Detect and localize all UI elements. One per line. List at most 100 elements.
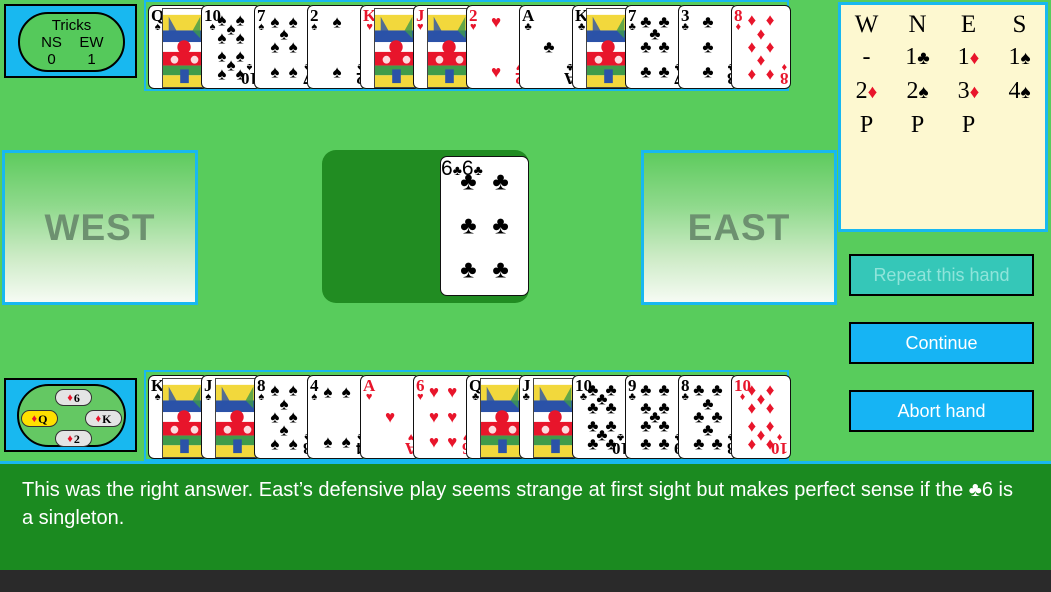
repeat-button-label: Repeat this hand	[873, 264, 1010, 285]
west-seat-panel: WEST	[2, 150, 198, 305]
bid-cell	[994, 109, 1045, 142]
playing-card[interactable]: 9♣9♣♣♣♣♣♣♣♣♣♣	[625, 375, 685, 459]
bid-cell: P	[910, 112, 925, 138]
card-pips: ♠ ♠	[332, 12, 342, 82]
bidding-header-e: E	[960, 11, 977, 38]
card-corner-top: J ♣	[522, 376, 531, 403]
bidding-header-n: N	[908, 11, 927, 38]
bid-cell: P	[859, 112, 874, 138]
card-pips: ♦ ♦ ♦ ♦ ♦ ♦ ♦ ♦	[747, 10, 775, 84]
card-pips: ♥ ♥ ♥ ♥ ♥ ♥	[428, 382, 458, 452]
card-pips: ♠ ♠ ♠ ♠	[323, 382, 351, 452]
card-pips: ♣ ♣ ♣ ♣ ♣ ♣ ♣ ♣	[693, 380, 723, 454]
tricks-counter-box: Tricks NS EW 0 1	[4, 4, 137, 78]
card-pips: ♣ ♣ ♣ ♣ ♣ ♣ ♣	[640, 12, 670, 82]
playing-card[interactable]: 8♣8♣♣♣♣♣♣♣♣♣	[678, 375, 738, 459]
east-seat-label: EAST	[687, 206, 791, 248]
card-pips: ♣ ♣ ♣ ♣ ♣ ♣ ♣ ♣ ♣	[640, 380, 670, 454]
card-pips: ♦ ♦ ♦ ♦ ♦ ♦ ♦ ♦ ♦ ♦	[747, 380, 775, 454]
playing-card[interactable]: J♣J♣	[519, 375, 579, 459]
last-trick-card-west: ♦ Q	[21, 410, 58, 427]
bid-cell: -	[862, 44, 871, 70]
playing-card[interactable]: 8♠8♠♠♠♠♠♠♠♠♠	[254, 375, 314, 459]
playing-card[interactable]: K♥K♥	[360, 5, 420, 89]
tricks-ew-label: EW	[79, 34, 104, 51]
playing-card[interactable]: J♠J♠	[201, 375, 261, 459]
bidding-panel: W N E S - 1♣ 1♦ 1♠ 2♦ 2♠ 3♦ 4♠ P P P	[838, 2, 1048, 232]
message-bar: This was the right answer. East’s defens…	[0, 461, 1051, 570]
card-pips: ♣ ♣ ♣	[702, 12, 714, 82]
bid-cell: 3♦	[957, 78, 980, 104]
playing-card[interactable]: K♠K♠	[148, 375, 208, 459]
card-pips: ♠ ♠ ♠ ♠ ♠ ♠ ♠ ♠ ♠ ♠	[217, 10, 245, 84]
playing-card[interactable]: 10 ♣ 10 ♣ ♣ ♣ ♣ ♣ ♣ ♣ ♣ ♣ ♣ ♣	[572, 375, 632, 459]
playing-card[interactable]: 6♥6♥♥♥♥♥♥♥	[413, 375, 473, 459]
playing-card[interactable]: 4♠4♠♠♠♠♠	[307, 375, 367, 459]
repeat-this-hand-button[interactable]: Repeat this hand	[849, 254, 1034, 296]
playing-card[interactable]: K♣K♣	[572, 5, 632, 89]
playing-card[interactable]: 7♠7♠♠♠♠♠♠♠♠	[254, 5, 314, 89]
bid-cell: 1♣	[905, 44, 930, 70]
card-pips: ♠ ♠ ♠ ♠ ♠ ♠ ♠	[270, 12, 298, 82]
continue-button[interactable]: Continue	[849, 322, 1034, 364]
card-pips: ♣ ♣ ♣ ♣ ♣ ♣ ♣ ♣ ♣ ♣	[587, 380, 617, 454]
playing-card[interactable]: A ♣ A ♣ ♣	[519, 5, 579, 89]
tricks-ns-label: NS	[41, 34, 62, 51]
bid-cell: 2♠	[906, 78, 929, 104]
bidding-grid: W N E S - 1♣ 1♦ 1♠ 2♦ 2♠ 3♦ 4♠ P P P	[841, 9, 1045, 142]
playing-card[interactable]: A ♥ A ♥ ♥	[360, 375, 420, 459]
tricks-ns-value: 0	[47, 51, 56, 68]
playing-card[interactable]: 3♣3♣♣♣♣	[678, 5, 738, 89]
west-seat-label: WEST	[44, 206, 156, 248]
playing-card[interactable]: 10 ♦ 10 ♦ ♦ ♦ ♦ ♦ ♦ ♦ ♦ ♦ ♦ ♦	[731, 375, 791, 459]
tricks-side-headers: NS EW	[20, 34, 123, 51]
abort-button-label: Abort hand	[897, 400, 986, 421]
mini-card-rank: Q	[38, 411, 48, 426]
bidding-header-w: W	[854, 11, 879, 38]
card-corner-top: J ♥	[416, 6, 425, 33]
bridge-game-screen: Tricks NS EW 0 1 Q♠Q♠10♠10♠♠♠♠♠♠♠♠♠♠♠7♠7…	[0, 0, 1051, 592]
playing-card[interactable]: Q♠Q♠	[148, 5, 208, 89]
continue-button-label: Continue	[905, 332, 978, 353]
tricks-ew-value: 1	[87, 51, 96, 68]
mini-card-suit: ♦	[95, 412, 102, 425]
playing-card[interactable]: 2♠2♠♠♠	[307, 5, 367, 89]
mini-card-suit: ♦	[31, 412, 38, 425]
playing-card[interactable]: 2♥2♥♥♥	[466, 5, 526, 89]
card-pips: ♥ ♥	[490, 12, 502, 82]
playing-card[interactable]: J♥J♥	[413, 5, 473, 89]
bid-cell: 2♦	[855, 78, 878, 104]
card-corner-bottom: 8 ♦	[779, 61, 789, 88]
last-trick-oval: ♦ 6 ♦ Q ♦ K ♦ 2	[17, 384, 126, 447]
east-seat-panel: EAST	[641, 150, 837, 305]
last-trick-box[interactable]: ♦ 6 ♦ Q ♦ K ♦ 2	[4, 378, 137, 452]
bid-cell: P	[961, 112, 976, 138]
mini-card-suit: ♦	[67, 432, 73, 445]
tricks-title: Tricks	[51, 17, 92, 34]
playing-card[interactable]: Q♣Q♣	[466, 375, 526, 459]
bid-cell: 4♠	[1008, 78, 1031, 104]
card-pips: ♥	[384, 407, 396, 427]
last-trick-card-north: ♦ 6	[55, 389, 92, 406]
bidding-header-s: S	[1012, 11, 1027, 38]
mini-card-suit: ♦	[67, 391, 73, 404]
last-trick-card-south: ♦ 2	[55, 430, 92, 447]
south-hand[interactable]: K♠K♠J♠J♠8♠8♠♠♠♠♠♠♠♠♠4♠4♠♠♠♠♠A♥A♥♥6♥6♥♥♥♥…	[144, 370, 791, 461]
north-hand[interactable]: Q♠Q♠10♠10♠♠♠♠♠♠♠♠♠♠♠7♠7♠♠♠♠♠♠♠♠2♠2♠♠♠K♥K…	[144, 0, 791, 91]
card-corner-top: J ♠	[204, 376, 213, 403]
card-pips: ♣ ♣ ♣ ♣ ♣ ♣	[460, 167, 509, 284]
tricks-oval: Tricks NS EW 0 1	[18, 12, 125, 72]
bid-cell: 1♠	[1008, 44, 1031, 70]
mini-card-rank: K	[102, 411, 112, 426]
playing-card[interactable]: 8 ♦ 8 ♦ ♦ ♦ ♦ ♦ ♦ ♦ ♦ ♦	[731, 5, 791, 89]
playing-card[interactable]: 10 ♠ 10 ♠ ♠ ♠ ♠ ♠ ♠ ♠ ♠ ♠ ♠ ♠	[201, 5, 261, 89]
mini-card-rank: 6	[73, 390, 80, 405]
message-text: This was the right answer. East’s defens…	[22, 479, 1013, 529]
played-card-east: 6♣6♣ ♣ ♣ ♣ ♣ ♣ ♣	[440, 156, 529, 296]
last-trick-card-east: ♦ K	[85, 410, 122, 427]
abort-hand-button[interactable]: Abort hand	[849, 390, 1034, 432]
playing-card[interactable]: 7♣7♣♣♣♣♣♣♣♣	[625, 5, 685, 89]
mini-card-rank: 2	[73, 431, 80, 446]
bottom-strip	[0, 570, 1051, 592]
tricks-values: 0 1	[20, 51, 123, 68]
